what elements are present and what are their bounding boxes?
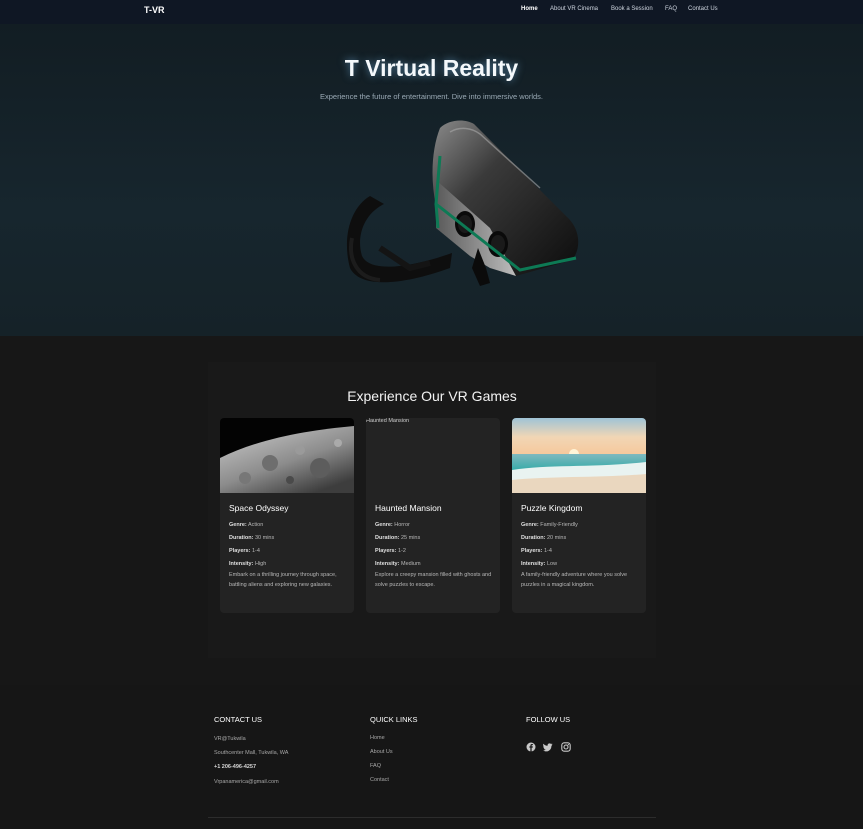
hero-title: T Virtual Reality xyxy=(344,55,519,81)
contact-email[interactable]: Vrpanamerica@gmail.com xyxy=(214,779,279,785)
footer-link-faq[interactable]: FAQ xyxy=(370,763,381,769)
contact-address: Southcenter Mall, Tukwila, WA xyxy=(214,750,289,756)
card-genre: Genre: Action xyxy=(229,522,264,528)
broken-image-alt-text: Haunted Mansion xyxy=(366,418,410,424)
game-card-space-odyssey[interactable]: Space Odyssey Genre: Action Duration: 30… xyxy=(220,418,354,613)
contact-phone[interactable]: +1 206-496-4257 xyxy=(214,764,256,770)
footer-follow-heading: FOLLOW US xyxy=(526,715,571,724)
card-players: Players: 1-4 xyxy=(521,548,552,554)
game-card-puzzle-kingdom[interactable]: Puzzle Kingdom Genre: Family-Friendly Du… xyxy=(512,418,646,613)
navbar: T-VR Home About VR Cinema Book a Session… xyxy=(0,0,863,24)
card-duration: Duration: 25 mins xyxy=(375,535,421,541)
card-duration: Duration: 30 mins xyxy=(229,535,275,541)
card-description: Explore a creepy mansion filled with gho… xyxy=(375,572,492,588)
nav-link-contact-us[interactable]: Contact Us xyxy=(688,6,718,12)
hero-subtitle: Experience the future of entertainment. … xyxy=(319,92,543,101)
card-genre: Genre: Family-Friendly xyxy=(521,522,578,528)
contact-location: VR@Tukwila xyxy=(214,736,246,742)
card-players: Players: 1-2 xyxy=(375,548,406,554)
game-card-haunted-mansion[interactable]: Haunted Mansion Haunted Mansion Genre: H… xyxy=(366,418,500,613)
space-odyssey-image xyxy=(220,418,354,493)
brand-logo[interactable]: T-VR xyxy=(144,5,165,15)
haunted-mansion-image-broken: Haunted Mansion xyxy=(366,418,500,493)
footer-link-about-us[interactable]: About Us xyxy=(370,749,393,755)
footer-contact: CONTACT US VR@Tukwila Southcenter Mall, … xyxy=(214,715,288,785)
nav-link-home[interactable]: Home xyxy=(521,6,538,12)
card-title: Haunted Mansion xyxy=(375,503,442,513)
nav-link-about-vr-cinema[interactable]: About VR Cinema xyxy=(550,6,598,12)
twitter-icon[interactable] xyxy=(543,742,553,752)
footer: CONTACT US VR@Tukwila Southcenter Mall, … xyxy=(0,685,863,829)
hero-section: T Virtual Reality Experience the future … xyxy=(0,24,863,336)
footer-quick-links: QUICK LINKS Home About Us FAQ Contact xyxy=(370,715,418,783)
footer-divider xyxy=(208,817,656,818)
puzzle-kingdom-image xyxy=(512,418,646,493)
vr-headset-image xyxy=(346,120,579,286)
footer-link-home[interactable]: Home xyxy=(370,735,385,741)
footer-contact-heading: CONTACT US xyxy=(214,715,263,724)
card-description: A family-friendly adventure where you so… xyxy=(521,572,628,588)
footer-quick-links-heading: QUICK LINKS xyxy=(370,715,418,724)
nav-link-faq[interactable]: FAQ xyxy=(665,6,677,12)
facebook-icon[interactable] xyxy=(526,742,536,752)
card-title: Space Odyssey xyxy=(229,503,289,513)
card-players: Players: 1-4 xyxy=(229,548,260,554)
games-section-title: Experience Our VR Games xyxy=(347,388,517,404)
card-description: Embark on a thrilling journey through sp… xyxy=(229,572,337,588)
card-intensity: Intensity: Medium xyxy=(375,561,421,567)
card-duration: Duration: 20 mins xyxy=(521,535,567,541)
nav-link-book-session[interactable]: Book a Session xyxy=(611,6,653,12)
card-genre: Genre: Horror xyxy=(375,522,410,528)
card-intensity: Intensity: High xyxy=(229,561,267,567)
footer-link-contact[interactable]: Contact xyxy=(370,777,389,783)
games-section: Experience Our VR Games Space Odyssey Ge… xyxy=(0,336,863,685)
footer-follow: FOLLOW US xyxy=(526,715,570,724)
card-intensity: Intensity: Low xyxy=(521,561,558,567)
instagram-icon[interactable] xyxy=(561,742,571,752)
card-title: Puzzle Kingdom xyxy=(521,503,583,513)
